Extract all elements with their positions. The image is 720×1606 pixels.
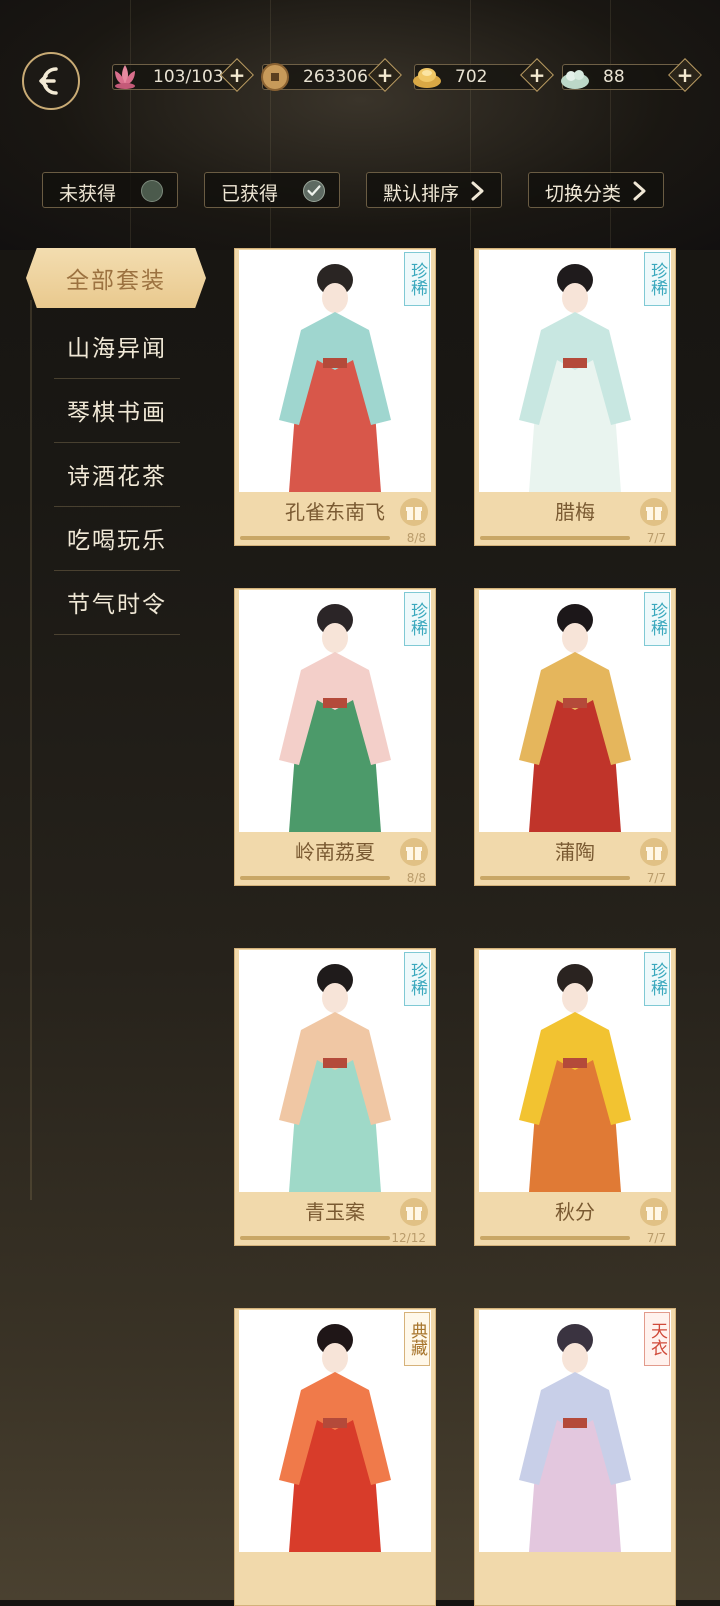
- sidebar-item-qinqi[interactable]: 琴棋书画: [54, 378, 180, 443]
- checkmark-icon: [303, 180, 325, 202]
- filter-label: 默认排序: [383, 183, 460, 205]
- coin-icon: [261, 63, 289, 91]
- rarity-badge: 珍稀: [644, 252, 670, 306]
- resource-ingots: 702 +: [413, 58, 554, 92]
- outfit-card[interactable]: 典藏: [234, 1308, 436, 1606]
- collection-progress-bar: [240, 876, 390, 880]
- rarity-badge: 珍稀: [644, 952, 670, 1006]
- jade-icon: [561, 70, 589, 89]
- chevron-right-icon: [471, 181, 484, 201]
- header-background: [0, 0, 720, 250]
- sort-button[interactable]: 默认排序: [366, 172, 502, 208]
- resource-value: 263306: [303, 67, 368, 87]
- outfit-illustration: [479, 590, 671, 832]
- rarity-badge: 珍稀: [404, 252, 430, 306]
- resource-value: 702: [455, 67, 488, 87]
- resource-stamina: 103/103 +: [112, 58, 254, 92]
- outfit-card[interactable]: 珍稀 秋分 7/7: [474, 948, 676, 1246]
- rarity-badge: 珍稀: [404, 592, 430, 646]
- chevron-right-icon: [633, 181, 646, 201]
- collection-progress-bar: [480, 536, 630, 540]
- collection-progress-bar: [240, 1236, 390, 1240]
- decorative-line: [130, 0, 131, 250]
- sidebar-item-chihe[interactable]: 吃喝玩乐: [54, 506, 180, 571]
- back-button[interactable]: [22, 52, 80, 110]
- collection-count: 8/8: [406, 531, 426, 545]
- rarity-badge: 天衣: [644, 1312, 670, 1366]
- gift-icon[interactable]: [640, 1198, 668, 1226]
- plus-icon: +: [528, 63, 546, 87]
- collection-count: 7/7: [646, 871, 666, 885]
- back-arrow-icon: [39, 67, 58, 95]
- filter-unobtained[interactable]: 未获得: [42, 172, 178, 208]
- outfit-card[interactable]: 珍稀 蒲陶 7/7: [474, 588, 676, 886]
- collection-count: 12/12: [391, 1231, 426, 1245]
- rarity-badge: 珍稀: [644, 592, 670, 646]
- decorative-line: [270, 0, 271, 250]
- collection-progress-bar: [480, 1236, 630, 1240]
- resource-value: 88: [603, 67, 625, 87]
- outfit-card[interactable]: 珍稀 孔雀东南飞 8/8: [234, 248, 436, 546]
- sidebar-item-all[interactable]: 全部套装: [26, 248, 206, 308]
- resource-coins: 263306 +: [261, 58, 402, 92]
- plus-icon: +: [228, 63, 246, 87]
- outfit-illustration: [239, 1310, 431, 1552]
- lotus-icon: [115, 65, 135, 89]
- outfit-card[interactable]: 珍稀 岭南荔夏 8/8: [234, 588, 436, 886]
- collection-count: 7/7: [646, 1231, 666, 1245]
- decorative-line: [470, 0, 471, 250]
- sidebar-item-shanhai[interactable]: 山海异闻: [54, 314, 180, 379]
- collection-progress-bar: [240, 536, 390, 540]
- collection-count: 7/7: [646, 531, 666, 545]
- gold-ingot-icon: [413, 68, 441, 88]
- gift-icon[interactable]: [400, 838, 428, 866]
- collection-count: 8/8: [406, 871, 426, 885]
- outfit-illustration: [239, 950, 431, 1192]
- plus-icon: +: [676, 63, 694, 87]
- gift-icon[interactable]: [400, 1198, 428, 1226]
- decorative-line: [610, 0, 611, 250]
- rarity-badge: 典藏: [404, 1312, 430, 1366]
- plus-icon: +: [376, 63, 394, 87]
- unchecked-circle-icon: [141, 180, 163, 202]
- rarity-badge: 珍稀: [404, 952, 430, 1006]
- filter-obtained[interactable]: 已获得: [204, 172, 340, 208]
- outfit-card[interactable]: 珍稀 腊梅 7/7: [474, 248, 676, 546]
- sidebar-item-shijiu[interactable]: 诗酒花茶: [54, 442, 180, 507]
- sidebar-rail: [30, 300, 32, 1200]
- gift-icon[interactable]: [640, 498, 668, 526]
- resource-jade: 88 +: [561, 58, 702, 92]
- filter-label: 未获得: [59, 183, 117, 205]
- gift-icon[interactable]: [400, 498, 428, 526]
- filter-label: 已获得: [221, 183, 279, 205]
- outfit-card[interactable]: 天衣: [474, 1308, 676, 1606]
- gift-icon[interactable]: [640, 838, 668, 866]
- resource-value: 103/103: [153, 67, 224, 87]
- outfit-illustration: [479, 1310, 671, 1552]
- outfit-illustration: [239, 590, 431, 832]
- switch-category-button[interactable]: 切换分类: [528, 172, 664, 208]
- collection-progress-bar: [480, 876, 630, 880]
- outfit-illustration: [479, 950, 671, 1192]
- outfit-illustration: [479, 250, 671, 492]
- outfit-card[interactable]: 珍稀 青玉案 12/12: [234, 948, 436, 1246]
- outfit-illustration: [239, 250, 431, 492]
- filter-label: 切换分类: [545, 183, 622, 205]
- sidebar-item-jieqi[interactable]: 节气时令: [54, 570, 180, 635]
